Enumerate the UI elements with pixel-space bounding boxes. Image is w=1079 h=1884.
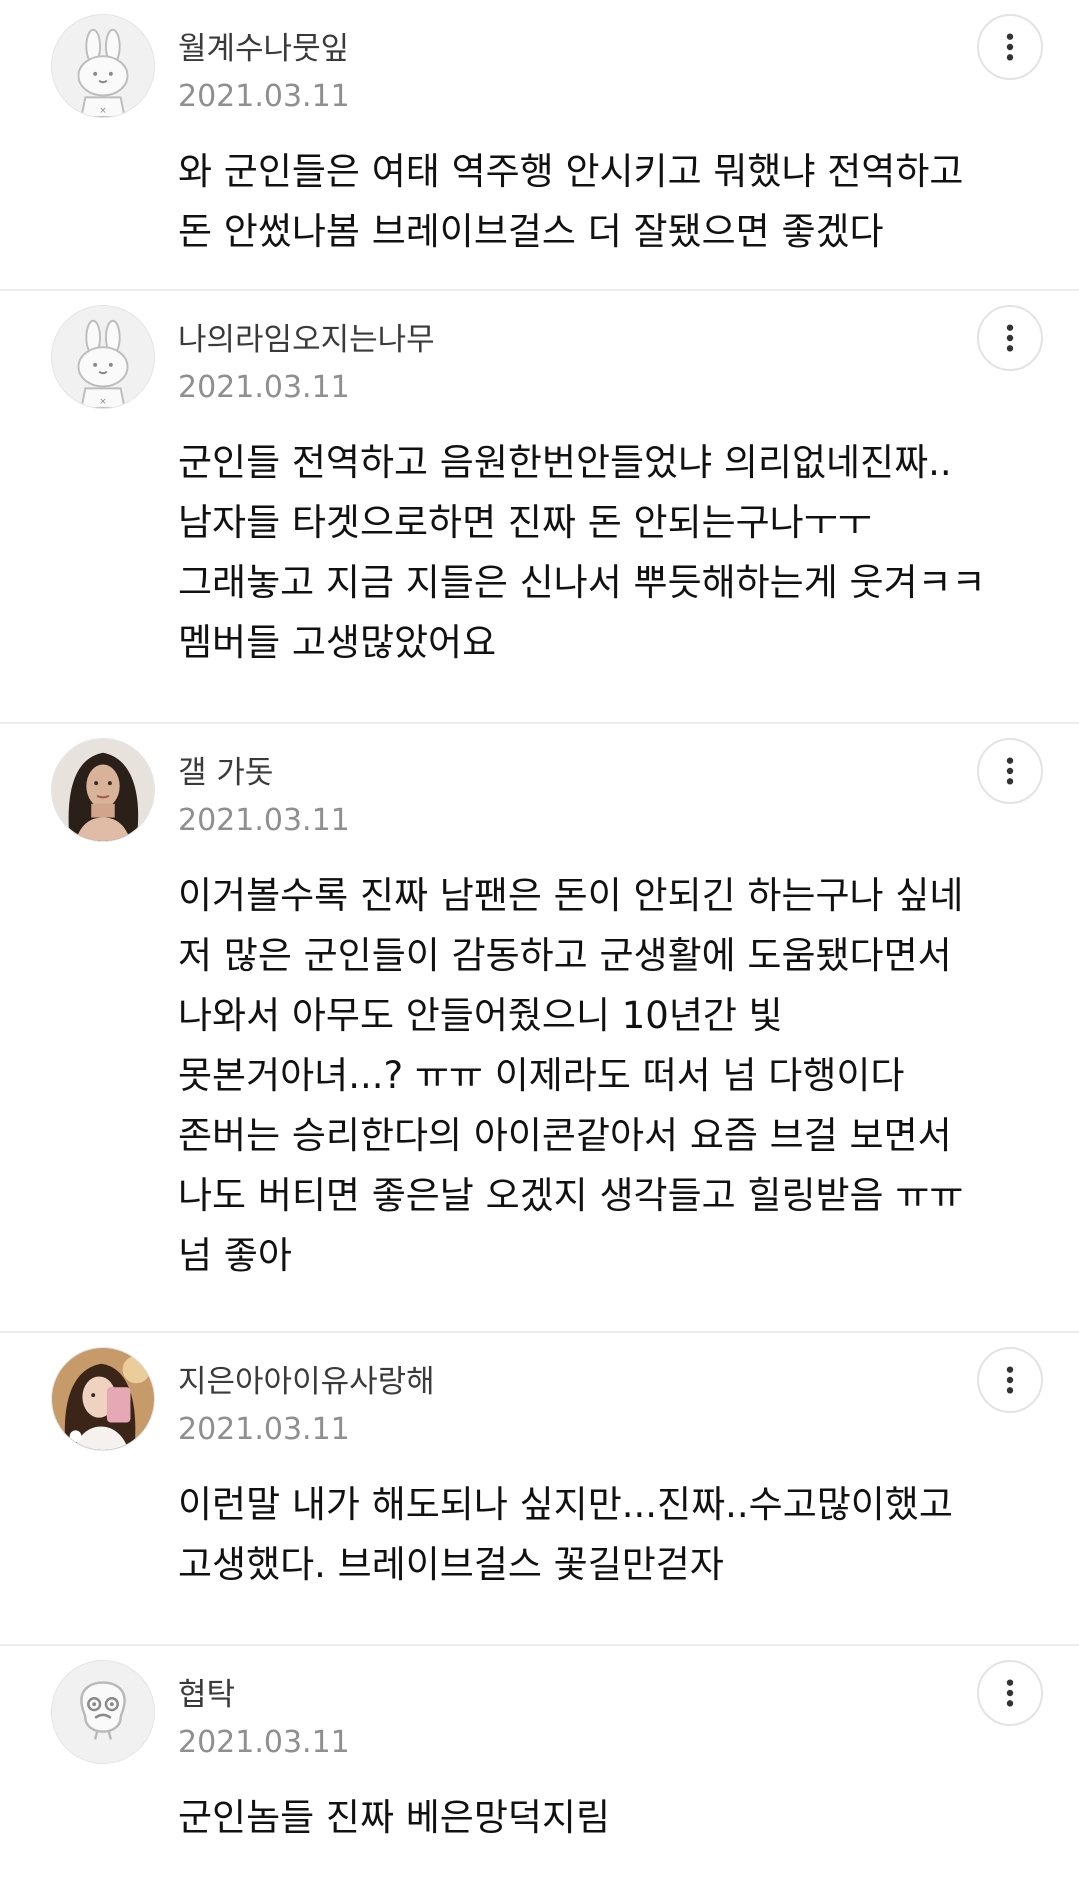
more-options-button[interactable] — [977, 1660, 1043, 1726]
comment-line: 이거볼수록 진짜 남팬은 돈이 안되긴 하는구나 싶네 — [178, 874, 964, 917]
comment-username[interactable]: 월계수나뭇잎 — [178, 30, 349, 68]
comment-line: 군인들 전역하고 음원한번안들었냐 의리없네진짜.. — [178, 441, 952, 484]
comment-date: 2021.03.11 — [178, 370, 350, 405]
comment-username[interactable]: 지은아아이유사랑해 — [178, 1363, 435, 1401]
comment-username[interactable]: 갤 가돗 — [178, 754, 273, 792]
comment-item: 지은아아이유사랑해 2021.03.11 이런말 내가 해도되나 싶지만...진… — [0, 1333, 1079, 1646]
comment-body: 군인들 전역하고 음원한번안들었냐 의리없네진짜.. 남자들 타겟으로하면 진짜… — [178, 433, 986, 673]
comment-date: 2021.03.11 — [178, 79, 350, 114]
comment-line: 나와서 아무도 안들어줬으니 10년간 빛 — [178, 994, 783, 1037]
comment-line: 와 군인들은 여태 역주행 안시키고 뭐했냐 전역하고 — [178, 150, 964, 193]
comment-list: × 월계수나뭇잎 2021.03.11 와 군인들은 여태 역주행 안시키고 뭐… — [0, 0, 1079, 1884]
comment-line: 남자들 타겟으로하면 진짜 돈 안되는구나ㅜㅜ — [178, 501, 872, 544]
more-vertical-icon — [1006, 1366, 1014, 1394]
profile-photo-avatar-icon[interactable] — [51, 738, 155, 842]
more-vertical-icon — [1006, 1679, 1014, 1707]
comment-line: 멤버들 고생많았어요 — [178, 621, 497, 664]
comment-date: 2021.03.11 — [178, 1725, 350, 1760]
comment-line: 돈 안썼나봄 브레이브걸스 더 잘됐으면 좋겠다 — [178, 210, 884, 253]
comment-item: × 월계수나뭇잎 2021.03.11 와 군인들은 여태 역주행 안시키고 뭐… — [0, 0, 1079, 291]
comment-line: 저 많은 군인들이 감동하고 군생활에 도움됐다면서 — [178, 934, 952, 977]
comment-line: 고생했다. 브레이브걸스 꽃길만걷자 — [178, 1543, 724, 1586]
comment-line: 나도 버티면 좋은날 오겠지 생각들고 힐링받음 ㅠㅠ — [178, 1174, 964, 1217]
comment-item: × 나의라임오지는나무 2021.03.11 군인들 전역하고 음원한번안들었냐… — [0, 291, 1079, 724]
svg-text:×: × — [99, 106, 106, 116]
comment-body: 이거볼수록 진짜 남팬은 돈이 안되긴 하는구나 싶네 저 많은 군인들이 감동… — [178, 866, 963, 1286]
character-avatar-icon[interactable] — [51, 1660, 155, 1764]
rabbit-avatar-icon[interactable]: × — [51, 305, 155, 409]
more-options-button[interactable] — [977, 1347, 1043, 1413]
comment-date: 2021.03.11 — [178, 1412, 350, 1447]
more-options-button[interactable] — [977, 305, 1043, 371]
more-options-button[interactable] — [977, 738, 1043, 804]
comment-username[interactable]: 협탁 — [178, 1676, 235, 1714]
comment-body: 군인놈들 진짜 베은망덕지림 — [178, 1788, 610, 1848]
comment-username[interactable]: 나의라임오지는나무 — [178, 321, 435, 359]
comment-item: 협탁 2021.03.11 군인놈들 진짜 베은망덕지림 — [0, 1646, 1079, 1884]
profile-photo-avatar-icon[interactable] — [51, 1347, 155, 1451]
more-vertical-icon — [1006, 757, 1014, 785]
comment-line: 군인놈들 진짜 베은망덕지림 — [178, 1796, 611, 1839]
comment-body: 이런말 내가 해도되나 싶지만...진짜..수고많이했고 고생했다. 브레이브걸… — [178, 1475, 953, 1595]
comment-line: 존버는 승리한다의 아이콘같아서 요즘 브걸 보면서 — [178, 1114, 952, 1157]
comment-body: 와 군인들은 여태 역주행 안시키고 뭐했냐 전역하고 돈 안썼나봄 브레이브걸… — [178, 142, 963, 262]
more-vertical-icon — [1006, 33, 1014, 61]
svg-text:×: × — [99, 397, 106, 407]
comment-line: 이런말 내가 해도되나 싶지만...진짜..수고많이했고 — [178, 1483, 953, 1526]
comment-line: 넘 좋아 — [178, 1234, 292, 1277]
comment-line: 그래놓고 지금 지들은 신나서 뿌듯해하는게 웃겨ㅋㅋ — [178, 561, 986, 604]
comment-date: 2021.03.11 — [178, 803, 350, 838]
comment-line: 못본거아녀...? ㅠㅠ 이제라도 떠서 넘 다행이다 — [178, 1054, 905, 1097]
more-vertical-icon — [1006, 324, 1014, 352]
rabbit-avatar-icon[interactable]: × — [51, 14, 155, 118]
more-options-button[interactable] — [977, 14, 1043, 80]
comment-item: 갤 가돗 2021.03.11 이거볼수록 진짜 남팬은 돈이 안되긴 하는구나… — [0, 724, 1079, 1333]
